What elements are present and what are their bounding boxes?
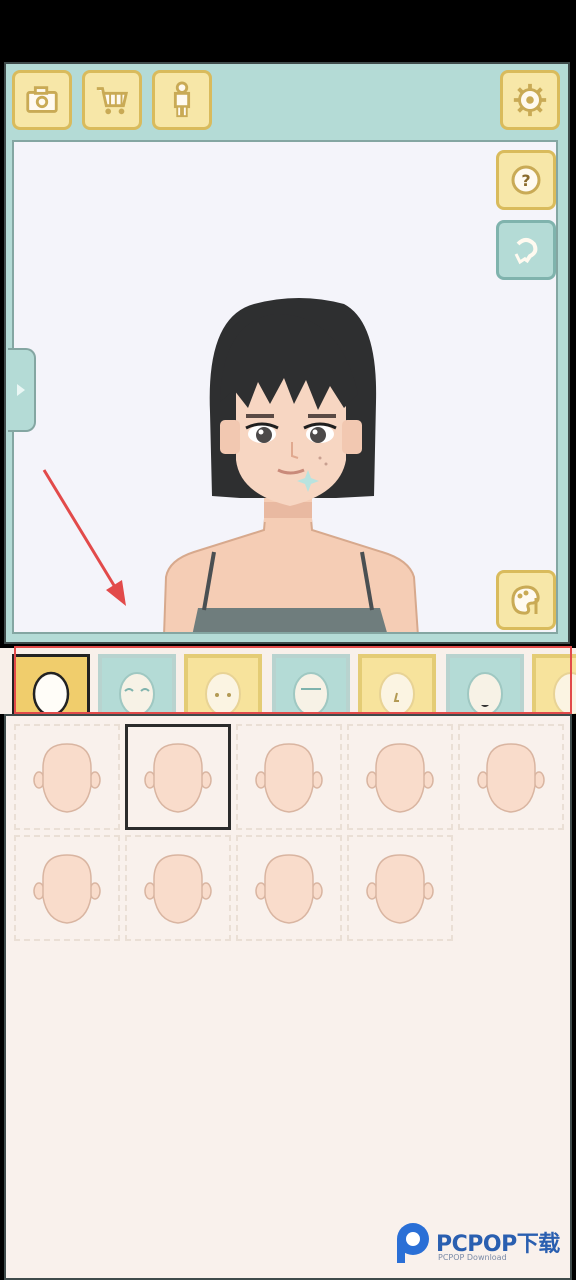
help-button[interactable]: ? <box>496 150 556 210</box>
eyes-closed-icon <box>119 672 155 714</box>
tab-eyes-dots[interactable] <box>184 654 262 714</box>
face-option[interactable] <box>14 724 120 830</box>
camera-icon <box>26 86 58 113</box>
eyebrows-line-icon <box>293 672 329 714</box>
face-option[interactable] <box>125 724 231 830</box>
face-outline-icon <box>33 743 101 813</box>
face-option[interactable] <box>125 835 231 941</box>
help-icon: ? <box>511 165 541 195</box>
gear-icon <box>513 83 547 117</box>
face-outline-icon <box>366 854 434 924</box>
category-tabs <box>0 648 576 714</box>
character-preview: ? <box>12 140 558 634</box>
rotate-button[interactable] <box>496 220 556 280</box>
rotate-icon <box>514 238 538 265</box>
face-outline-icon <box>366 743 434 813</box>
face-shape-icon <box>32 671 70 714</box>
face-outline-icon <box>255 854 323 924</box>
face-options-panel <box>4 714 572 1280</box>
shop-button[interactable] <box>82 70 142 130</box>
tab-eyes-closed[interactable] <box>98 654 176 714</box>
face-outline-icon <box>477 743 545 813</box>
face-option[interactable] <box>236 724 342 830</box>
face-outline-icon <box>144 743 212 813</box>
person-icon <box>173 81 191 118</box>
face-option[interactable] <box>14 835 120 941</box>
tab-more[interactable] <box>532 654 576 714</box>
watermark-subtitle: PCPOP Download <box>438 1253 507 1262</box>
cart-icon <box>96 87 129 115</box>
editor-frame: ? <box>4 62 570 644</box>
watermark: PCPOP下载 PCPOP Download <box>394 1222 574 1268</box>
face-outline-icon <box>144 854 212 924</box>
eyes-dots-icon <box>205 672 241 714</box>
palette-icon <box>511 585 540 615</box>
nose-icon <box>379 672 415 714</box>
face-option[interactable] <box>458 724 564 830</box>
chevron-right-icon <box>17 384 25 396</box>
character-figure <box>163 298 419 632</box>
character-button[interactable] <box>152 70 212 130</box>
palette-button[interactable] <box>496 570 556 630</box>
face-outline-icon <box>255 743 323 813</box>
face-option[interactable] <box>236 835 342 941</box>
tab-mouth[interactable] <box>446 654 524 714</box>
tab-eyebrows[interactable] <box>272 654 350 714</box>
more-icon <box>553 672 576 714</box>
face-option[interactable] <box>347 835 453 941</box>
svg-text:?: ? <box>521 171 530 190</box>
tab-face-shape[interactable] <box>12 654 90 714</box>
tab-nose[interactable] <box>358 654 436 714</box>
settings-button[interactable] <box>500 70 560 130</box>
face-option[interactable] <box>347 724 453 830</box>
face-outline-icon <box>33 854 101 924</box>
drawer-toggle[interactable] <box>8 348 36 432</box>
pcpop-logo-icon <box>397 1223 429 1263</box>
camera-button[interactable] <box>12 70 72 130</box>
mouth-icon <box>467 672 503 714</box>
